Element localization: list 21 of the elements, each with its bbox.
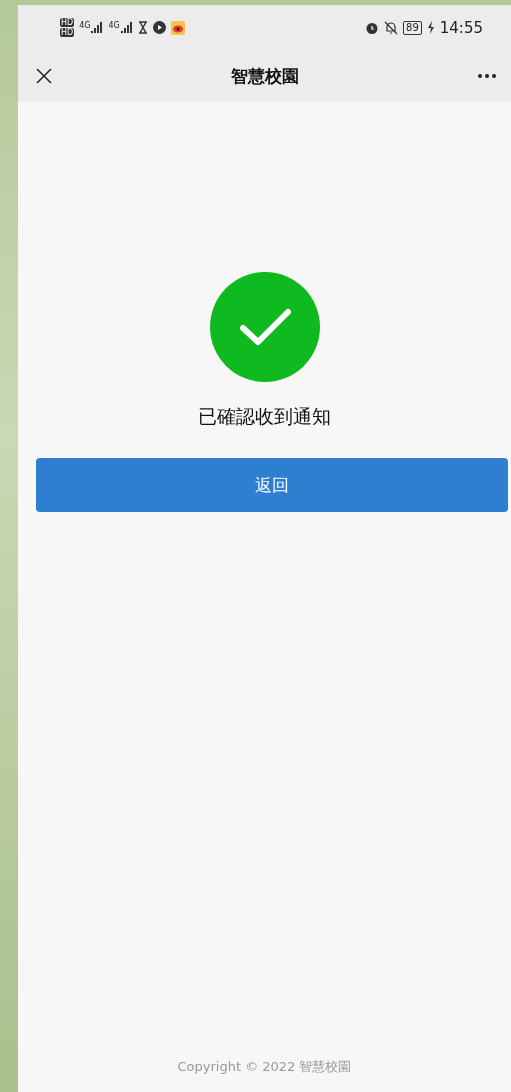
play-icon	[152, 21, 166, 34]
copyright-text: Copyright © 2022 智慧校園	[177, 1059, 352, 1074]
hourglass-icon	[137, 21, 148, 34]
alarm-icon	[365, 20, 380, 35]
battery-icon: 89	[403, 20, 422, 35]
back-button[interactable]: 返回	[36, 458, 508, 512]
clock-time: 14:55	[439, 18, 483, 37]
muted-bell-icon	[384, 20, 399, 35]
success-message: 已確認收到通知	[198, 404, 331, 429]
close-icon[interactable]	[36, 68, 52, 84]
hd-badge: HD	[60, 28, 75, 37]
charging-icon	[426, 21, 435, 34]
page-title: 智慧校園	[229, 64, 300, 88]
more-icon[interactable]	[477, 73, 497, 79]
success-check-icon	[209, 272, 320, 382]
network-label: 4G	[79, 22, 91, 30]
network-label: 4G	[108, 22, 120, 30]
signal-icon	[91, 22, 104, 33]
hd-badge: HD	[60, 18, 75, 27]
app-icon	[170, 20, 185, 35]
signal-icon	[120, 22, 133, 33]
